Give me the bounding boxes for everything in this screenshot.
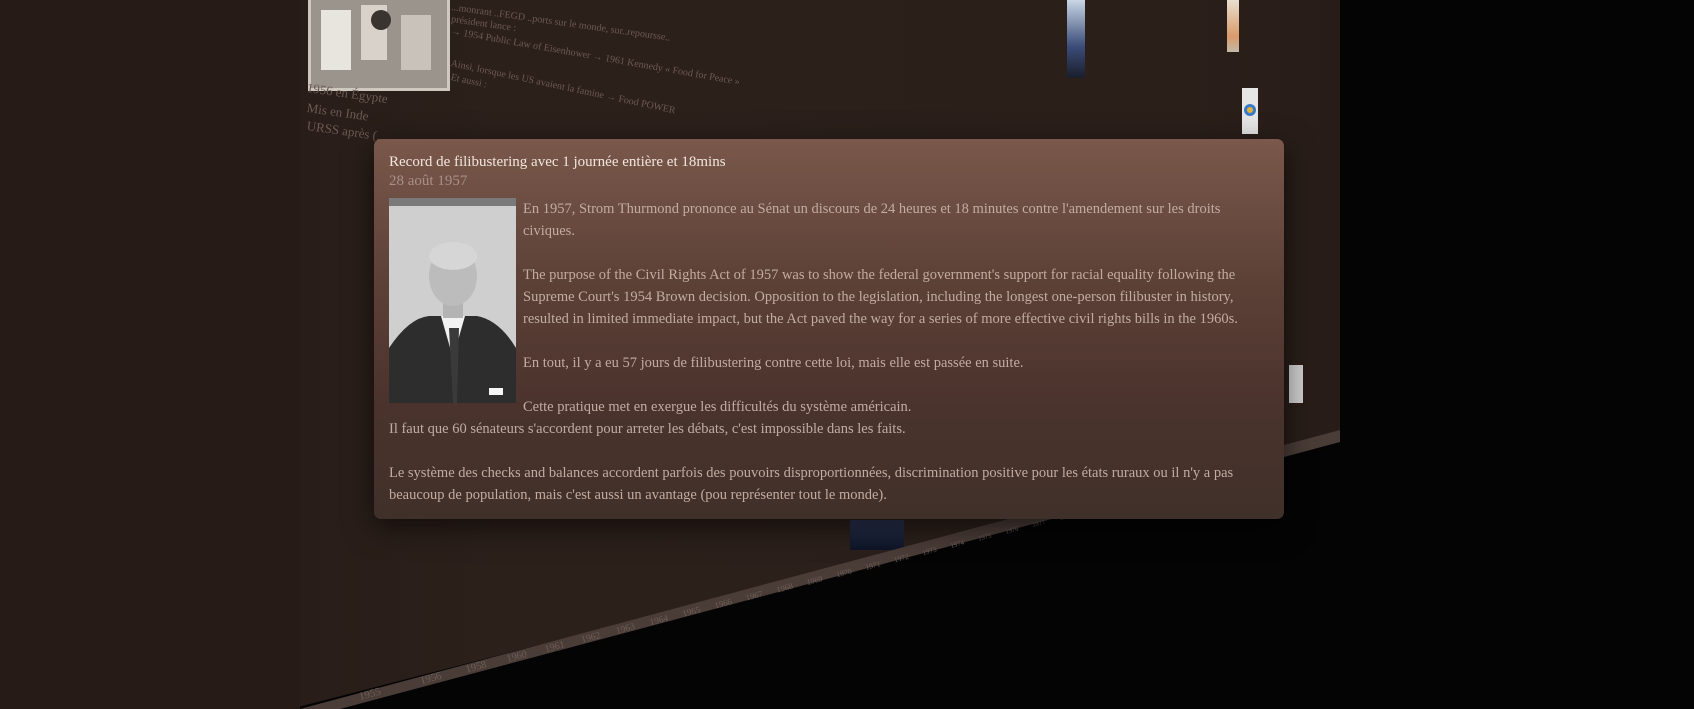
timeline-year-label: 1966 [713, 596, 733, 610]
paragraph: The purpose of the Civil Rights Act of 1… [523, 267, 1238, 327]
timeline-year-label: 1975 [978, 532, 993, 542]
timeline-year-label: 1974 [950, 538, 966, 549]
timeline-year-label: 1958 [465, 659, 488, 675]
paragraph: En 1957, Strom Thurmond prononce au Séna… [523, 201, 1221, 239]
timeline-year-label: 1962 [580, 630, 602, 646]
timeline-year-label: 1967 [745, 588, 765, 602]
timeline-year-label: 1960 [506, 649, 529, 665]
timeline-year-label: 1973 [922, 546, 938, 558]
paragraph: Cette pratique met en exergue les diffic… [523, 399, 912, 415]
timeline-year-label: 1964 [649, 614, 670, 629]
timeline-year-label: 1961 [544, 639, 566, 655]
paragraph: Le système des checks and balances accor… [389, 465, 1234, 503]
timeline-year-label: 1968 [775, 582, 794, 595]
timeline-year-label: 1970 [835, 567, 853, 580]
timeline-year-label: 1963 [615, 621, 637, 637]
event-description: En 1957, Strom Thurmond prononce au Séna… [389, 198, 1269, 506]
event-popup[interactable]: Record de filibustering avec 1 journée e… [374, 139, 1284, 519]
timeline-year-label: 1965 [681, 604, 702, 618]
timeline-year-label: 1972 [893, 552, 910, 565]
paragraph: Il faut que 60 sénateurs s'accordent pou… [389, 421, 906, 437]
portrait-person-icon [389, 198, 516, 403]
timeline-year-label: 1969 [806, 574, 824, 587]
event-title: Record de filibustering avec 1 journée e… [389, 154, 726, 170]
timeline-year-label: 1976 [1005, 526, 1020, 536]
timeline-year-label: 1955 [358, 685, 383, 702]
timeline-year-label: 1971 [864, 559, 881, 572]
event-date: 28 août 1957 [389, 173, 468, 189]
timeline-year-label: 1956 [419, 670, 444, 687]
timeline-year-label: 1977 [1032, 519, 1046, 529]
paragraph: En tout, il y a eu 57 jours de filibuste… [523, 355, 1024, 371]
portrait-photo [389, 198, 516, 403]
